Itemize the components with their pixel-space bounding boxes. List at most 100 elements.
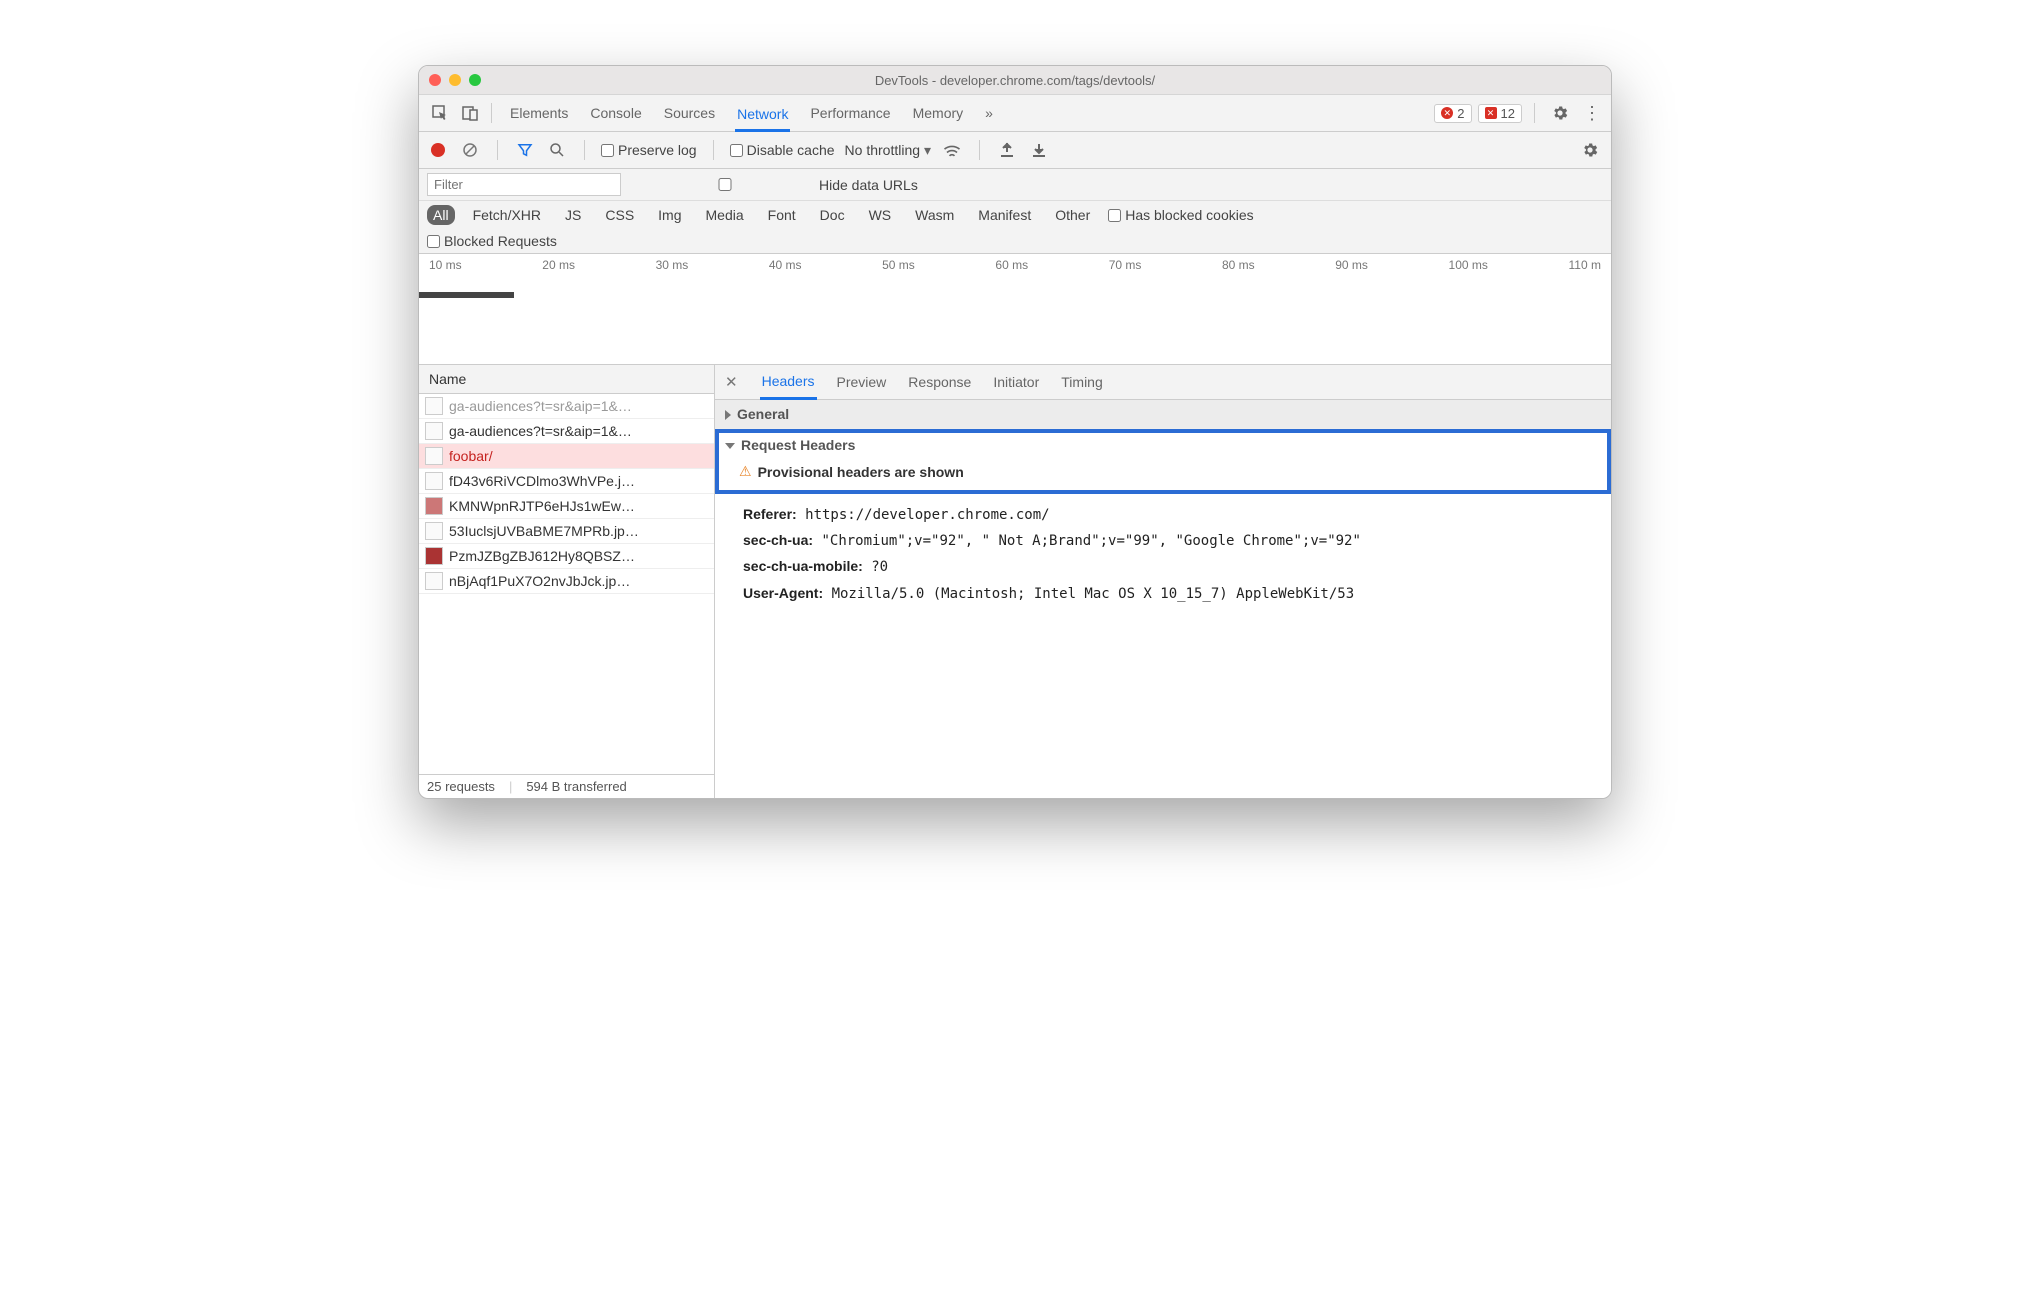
name-column-header[interactable]: Name [419, 365, 714, 394]
settings-icon[interactable] [1551, 104, 1569, 122]
request-rows[interactable]: ga-audiences?t=sr&aip=1&… ga-audiences?t… [419, 394, 714, 774]
device-toolbar-icon[interactable] [455, 100, 485, 126]
request-row[interactable]: PzmJZBgZBJ612Hy8QBSZ… [419, 544, 714, 569]
issue-icon: ✕ [1485, 107, 1497, 119]
issue-count-chip[interactable]: ✕ 12 [1478, 104, 1522, 123]
type-all[interactable]: All [427, 205, 455, 225]
filter-input[interactable] [427, 173, 621, 196]
tab-preview[interactable]: Preview [835, 366, 889, 398]
tab-console[interactable]: Console [588, 98, 643, 128]
issue-count: 12 [1501, 106, 1515, 121]
headers-panel[interactable]: General Request Headers ⚠ Provisional he… [715, 400, 1611, 798]
filter-icon[interactable] [514, 139, 536, 161]
tab-network[interactable]: Network [735, 99, 790, 132]
hdr-key: User-Agent: [743, 585, 823, 601]
separator [979, 140, 980, 160]
request-row[interactable]: 53IuclsjUVBaBME7MPRb.jp… [419, 519, 714, 544]
tick: 10 ms [429, 258, 462, 272]
file-icon [425, 572, 443, 590]
type-media[interactable]: Media [700, 205, 750, 225]
file-icon [425, 547, 443, 565]
type-img[interactable]: Img [652, 205, 687, 225]
type-manifest[interactable]: Manifest [972, 205, 1037, 225]
tick: 70 ms [1109, 258, 1142, 272]
request-row[interactable]: ga-audiences?t=sr&aip=1&… [419, 394, 714, 419]
tab-timing[interactable]: Timing [1059, 366, 1105, 398]
kebab-menu-icon[interactable]: ⋮ [1579, 103, 1605, 124]
request-name: ga-audiences?t=sr&aip=1&… [449, 423, 632, 439]
request-row[interactable]: ga-audiences?t=sr&aip=1&… [419, 419, 714, 444]
preserve-log-checkbox[interactable]: Preserve log [601, 142, 697, 158]
type-doc[interactable]: Doc [814, 205, 851, 225]
request-name: 53IuclsjUVBaBME7MPRb.jp… [449, 523, 639, 539]
detail-tabs: ✕ Headers Preview Response Initiator Tim… [715, 365, 1611, 400]
hdr-key: sec-ch-ua-mobile: [743, 558, 863, 574]
blocked-cookies-checkbox[interactable]: Has blocked cookies [1108, 207, 1253, 223]
tick: 40 ms [769, 258, 802, 272]
import-har-icon[interactable] [996, 139, 1018, 161]
request-name: KMNWpnRJTP6eHJs1wEw… [449, 498, 635, 514]
request-list: Name ga-audiences?t=sr&aip=1&… ga-audien… [419, 365, 715, 798]
type-js[interactable]: JS [559, 205, 587, 225]
tab-elements[interactable]: Elements [508, 98, 570, 128]
type-ws[interactable]: WS [863, 205, 898, 225]
network-settings-icon[interactable] [1581, 141, 1599, 159]
disclosure-down-icon [725, 443, 735, 449]
general-section[interactable]: General [715, 400, 1611, 429]
clear-icon[interactable] [459, 139, 481, 161]
provisional-warning: ⚠ Provisional headers are shown [725, 463, 1601, 480]
tick: 30 ms [656, 258, 689, 272]
separator [713, 140, 714, 160]
close-panel-icon[interactable]: ✕ [725, 373, 738, 391]
type-other[interactable]: Other [1049, 205, 1096, 225]
tab-memory[interactable]: Memory [911, 98, 966, 128]
hdr-val: https://developer.chrome.com/ [805, 507, 1049, 523]
tab-more[interactable]: » [983, 98, 995, 128]
hdr-val: Mozilla/5.0 (Macintosh; Intel Mac OS X 1… [832, 586, 1355, 602]
request-name: PzmJZBgZBJ612Hy8QBSZ… [449, 548, 635, 564]
request-row-selected[interactable]: foobar/ [419, 444, 714, 469]
tick: 50 ms [882, 258, 915, 272]
disclosure-right-icon [725, 410, 731, 420]
request-name: ga-audiences?t=sr&aip=1&… [449, 398, 632, 414]
type-css[interactable]: CSS [599, 205, 640, 225]
tab-performance[interactable]: Performance [808, 98, 892, 128]
network-conditions-icon[interactable] [941, 139, 963, 161]
tick: 60 ms [995, 258, 1028, 272]
disable-cache-checkbox[interactable]: Disable cache [730, 142, 835, 158]
hide-data-urls-checkbox[interactable]: Hide data URLs [635, 177, 918, 193]
detail-panel: ✕ Headers Preview Response Initiator Tim… [715, 365, 1611, 798]
request-headers-section[interactable]: Request Headers [725, 437, 1601, 453]
hdr-key: sec-ch-ua: [743, 532, 813, 548]
request-row[interactable]: fD43v6RiVCDlmo3WhVPe.j… [419, 469, 714, 494]
record-button[interactable] [427, 139, 449, 161]
preserve-log-label: Preserve log [618, 142, 697, 158]
timeline[interactable]: 10 ms 20 ms 30 ms 40 ms 50 ms 60 ms 70 m… [419, 254, 1611, 365]
search-icon[interactable] [546, 139, 568, 161]
tab-initiator[interactable]: Initiator [991, 366, 1041, 398]
timeline-ticks: 10 ms 20 ms 30 ms 40 ms 50 ms 60 ms 70 m… [419, 254, 1611, 276]
export-har-icon[interactable] [1028, 139, 1050, 161]
type-font[interactable]: Font [762, 205, 802, 225]
type-wasm[interactable]: Wasm [909, 205, 960, 225]
tab-response[interactable]: Response [906, 366, 973, 398]
throttling-dropdown[interactable]: No throttling ▾ [845, 142, 932, 159]
request-headers-highlight: Request Headers ⚠ Provisional headers ar… [715, 429, 1611, 494]
inspect-element-icon[interactable] [425, 100, 455, 126]
separator [497, 140, 498, 160]
tab-sources[interactable]: Sources [662, 98, 717, 128]
file-icon [425, 472, 443, 490]
hdr-val: ?0 [871, 559, 888, 575]
error-count-chip[interactable]: ✕2 [1434, 104, 1471, 123]
separator [584, 140, 585, 160]
type-fetchxhr[interactable]: Fetch/XHR [467, 205, 547, 225]
file-icon [425, 497, 443, 515]
hdr-key: Referer: [743, 506, 797, 522]
request-row[interactable]: nBjAqf1PuX7O2nvJbJck.jp… [419, 569, 714, 594]
request-row[interactable]: KMNWpnRJTP6eHJs1wEw… [419, 494, 714, 519]
transferred-size: 594 B transferred [526, 779, 626, 794]
file-icon [425, 522, 443, 540]
blocked-requests-checkbox[interactable]: Blocked Requests [427, 233, 557, 249]
requests-count: 25 requests [427, 779, 495, 794]
tab-headers[interactable]: Headers [760, 365, 817, 400]
